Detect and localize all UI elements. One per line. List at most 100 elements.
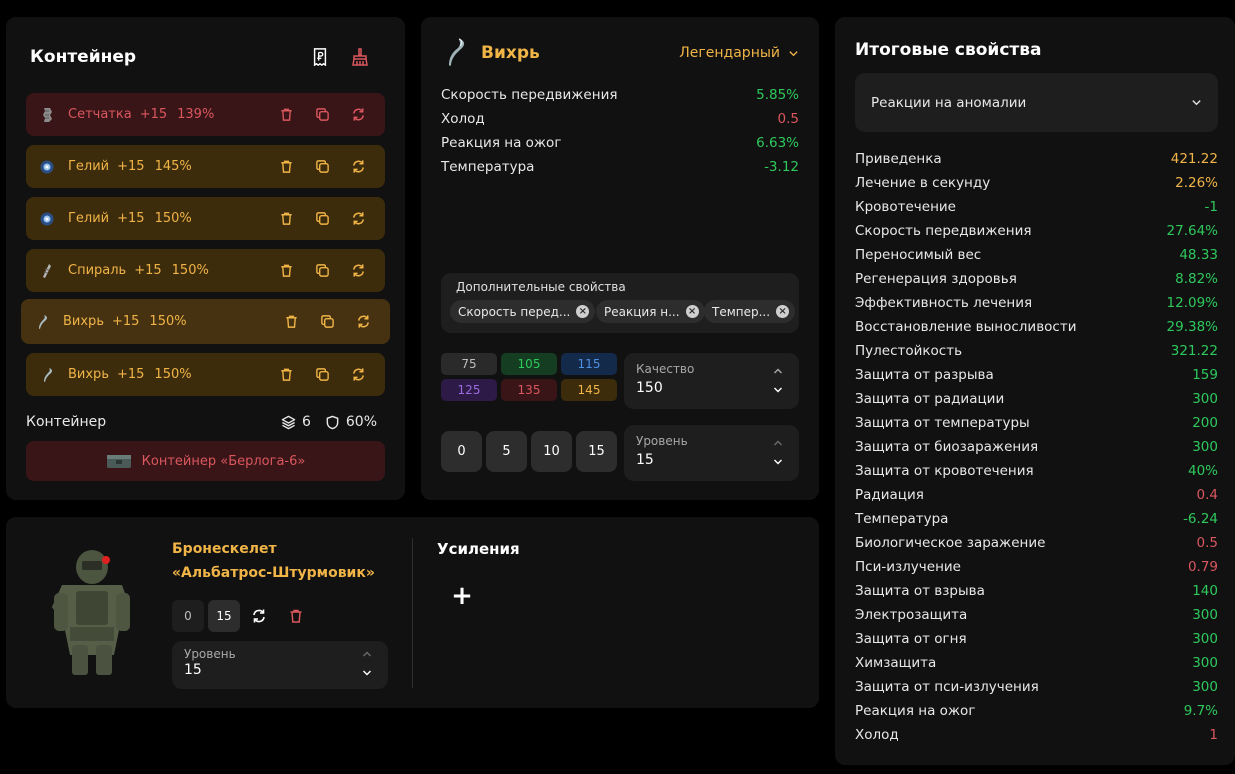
stat-label: Регенерация здоровья bbox=[855, 271, 1017, 287]
total-stat-row: Переносимый вес 48.33 bbox=[855, 247, 1218, 263]
chevron-up-icon[interactable] bbox=[772, 365, 783, 376]
slots-count-stat: 6 bbox=[281, 414, 311, 430]
copy-icon[interactable] bbox=[313, 366, 331, 384]
boosts-title: Усиления bbox=[437, 540, 520, 558]
close-icon[interactable]: × bbox=[576, 305, 590, 318]
slot-name: Спираль bbox=[68, 263, 127, 278]
slots-count: 6 bbox=[301, 414, 311, 430]
add-boost-button[interactable]: + bbox=[451, 581, 473, 611]
property-value: 5.85% bbox=[756, 87, 799, 103]
trash-icon[interactable] bbox=[277, 106, 295, 124]
quality-preset-button[interactable]: 125 bbox=[441, 379, 497, 401]
chevron-down-icon[interactable] bbox=[361, 667, 372, 678]
refresh-icon[interactable] bbox=[349, 158, 367, 176]
refresh-icon[interactable] bbox=[349, 210, 367, 228]
stat-value: 0.4 bbox=[1196, 487, 1218, 503]
stat-value: 29.38% bbox=[1166, 319, 1218, 335]
total-stat-row: Холод 1 bbox=[855, 727, 1218, 743]
slot-actions bbox=[277, 353, 367, 396]
quality-preset-button[interactable]: 115 bbox=[561, 353, 617, 375]
trash-icon[interactable] bbox=[277, 158, 295, 176]
stat-label: Температура bbox=[855, 511, 949, 527]
trash-icon[interactable] bbox=[277, 210, 295, 228]
armor-name-line1: Бронескелет bbox=[172, 541, 277, 557]
extra-property-chip[interactable]: Темпер... × bbox=[704, 300, 796, 323]
copy-icon[interactable] bbox=[313, 158, 331, 176]
container-slot[interactable]: Гелий +15 145% bbox=[26, 145, 385, 188]
copy-icon[interactable] bbox=[313, 262, 331, 280]
slot-quality: 150% bbox=[149, 314, 187, 329]
level-preset-button[interactable]: 10 bbox=[531, 431, 572, 472]
trash-icon[interactable] bbox=[277, 366, 295, 384]
container-box-icon bbox=[106, 455, 131, 468]
total-stat-row: Температура -6.24 bbox=[855, 511, 1218, 527]
trash-icon[interactable] bbox=[288, 608, 304, 624]
level-label: Уровень bbox=[636, 434, 688, 448]
extra-property-chip[interactable]: Реакция н... × bbox=[596, 300, 705, 323]
armor-level-stepper[interactable]: Уровень 15 bbox=[172, 641, 388, 689]
level-preset-button[interactable]: 0 bbox=[441, 431, 482, 472]
refresh-icon[interactable] bbox=[349, 106, 367, 124]
trash-icon[interactable] bbox=[282, 313, 300, 331]
chip-label: Темпер... bbox=[712, 304, 771, 319]
quality-preset-button[interactable]: 135 bbox=[501, 379, 557, 401]
copy-icon[interactable] bbox=[313, 106, 331, 124]
close-icon[interactable]: × bbox=[776, 305, 790, 318]
property-value: -3.12 bbox=[764, 159, 799, 175]
receipt-ruble-icon[interactable] bbox=[311, 47, 329, 67]
slot-name: Гелий bbox=[68, 159, 110, 174]
chevron-up-icon[interactable] bbox=[361, 648, 372, 659]
container-slot[interactable]: Гелий +15 150% bbox=[26, 197, 385, 240]
slot-level: +15 bbox=[117, 211, 145, 226]
copy-icon[interactable] bbox=[313, 210, 331, 228]
stat-value: 0.5 bbox=[1196, 535, 1218, 551]
level-preset-button[interactable]: 15 bbox=[576, 431, 617, 472]
stat-value: 300 bbox=[1192, 655, 1218, 671]
stat-value: 8.82% bbox=[1175, 271, 1218, 287]
quality-preset-button[interactable]: 105 bbox=[501, 353, 557, 375]
stat-label: Реакция на ожог bbox=[855, 703, 976, 719]
chevron-down-icon[interactable] bbox=[772, 456, 783, 467]
chevron-down-icon[interactable] bbox=[772, 384, 783, 395]
slot-level: +15 bbox=[139, 107, 168, 122]
close-icon[interactable]: × bbox=[685, 305, 699, 318]
total-stat-row: Приведенка 421.22 bbox=[855, 151, 1218, 167]
stat-label: Химзащита bbox=[855, 655, 937, 671]
container-select-button[interactable]: Контейнер «Берлога-6» bbox=[26, 441, 385, 481]
refresh-icon[interactable] bbox=[349, 366, 367, 384]
chevron-up-icon[interactable] bbox=[772, 437, 783, 448]
stat-value: 300 bbox=[1192, 607, 1218, 623]
property-label: Холод bbox=[441, 111, 485, 127]
stat-label: Приведенка bbox=[855, 151, 942, 167]
container-slot[interactable]: Сетчатка +15 139% bbox=[26, 93, 385, 136]
level-stepper[interactable]: Уровень 15 bbox=[624, 425, 799, 481]
chevron-down-icon bbox=[1192, 100, 1201, 106]
copy-icon[interactable] bbox=[318, 313, 336, 331]
shield-icon bbox=[326, 415, 339, 429]
property-value: 0.5 bbox=[777, 111, 799, 127]
container-slot[interactable]: Вихрь +15 150% bbox=[21, 299, 390, 344]
property-label: Реакция на ожог bbox=[441, 135, 562, 151]
armor-level-0-button[interactable]: 0 bbox=[172, 600, 204, 632]
armor-level-15-button[interactable]: 15 bbox=[208, 600, 240, 632]
container-slot[interactable]: Вихрь +15 150% bbox=[26, 353, 385, 396]
level-preset-button[interactable]: 5 bbox=[486, 431, 527, 472]
quality-preset-button[interactable]: 145 bbox=[561, 379, 617, 401]
refresh-icon[interactable] bbox=[349, 262, 367, 280]
container-slot[interactable]: Спираль +15 150% bbox=[26, 249, 385, 292]
quality-preset-button[interactable]: 75 bbox=[441, 353, 497, 375]
stat-value: 12.09% bbox=[1166, 295, 1218, 311]
stat-label: Защита от кровотечения bbox=[855, 463, 1034, 479]
refresh-icon[interactable] bbox=[251, 608, 267, 624]
extra-property-chip[interactable]: Скорость перед... × bbox=[450, 300, 596, 323]
total-stat-row: Защита от взрыва 140 bbox=[855, 583, 1218, 599]
totals-title: Итоговые свойства bbox=[855, 40, 1042, 60]
broom-icon[interactable] bbox=[351, 47, 369, 67]
trash-icon[interactable] bbox=[277, 262, 295, 280]
stat-label: Биологическое заражение bbox=[855, 535, 1046, 551]
level-value: 15 bbox=[636, 452, 654, 468]
quality-stepper[interactable]: Качество 150 bbox=[624, 353, 799, 409]
refresh-icon[interactable] bbox=[354, 313, 372, 331]
rarity-dropdown[interactable]: Легендарный bbox=[679, 45, 799, 61]
totals-filter-dropdown[interactable]: Реакции на аномалии bbox=[855, 73, 1218, 132]
